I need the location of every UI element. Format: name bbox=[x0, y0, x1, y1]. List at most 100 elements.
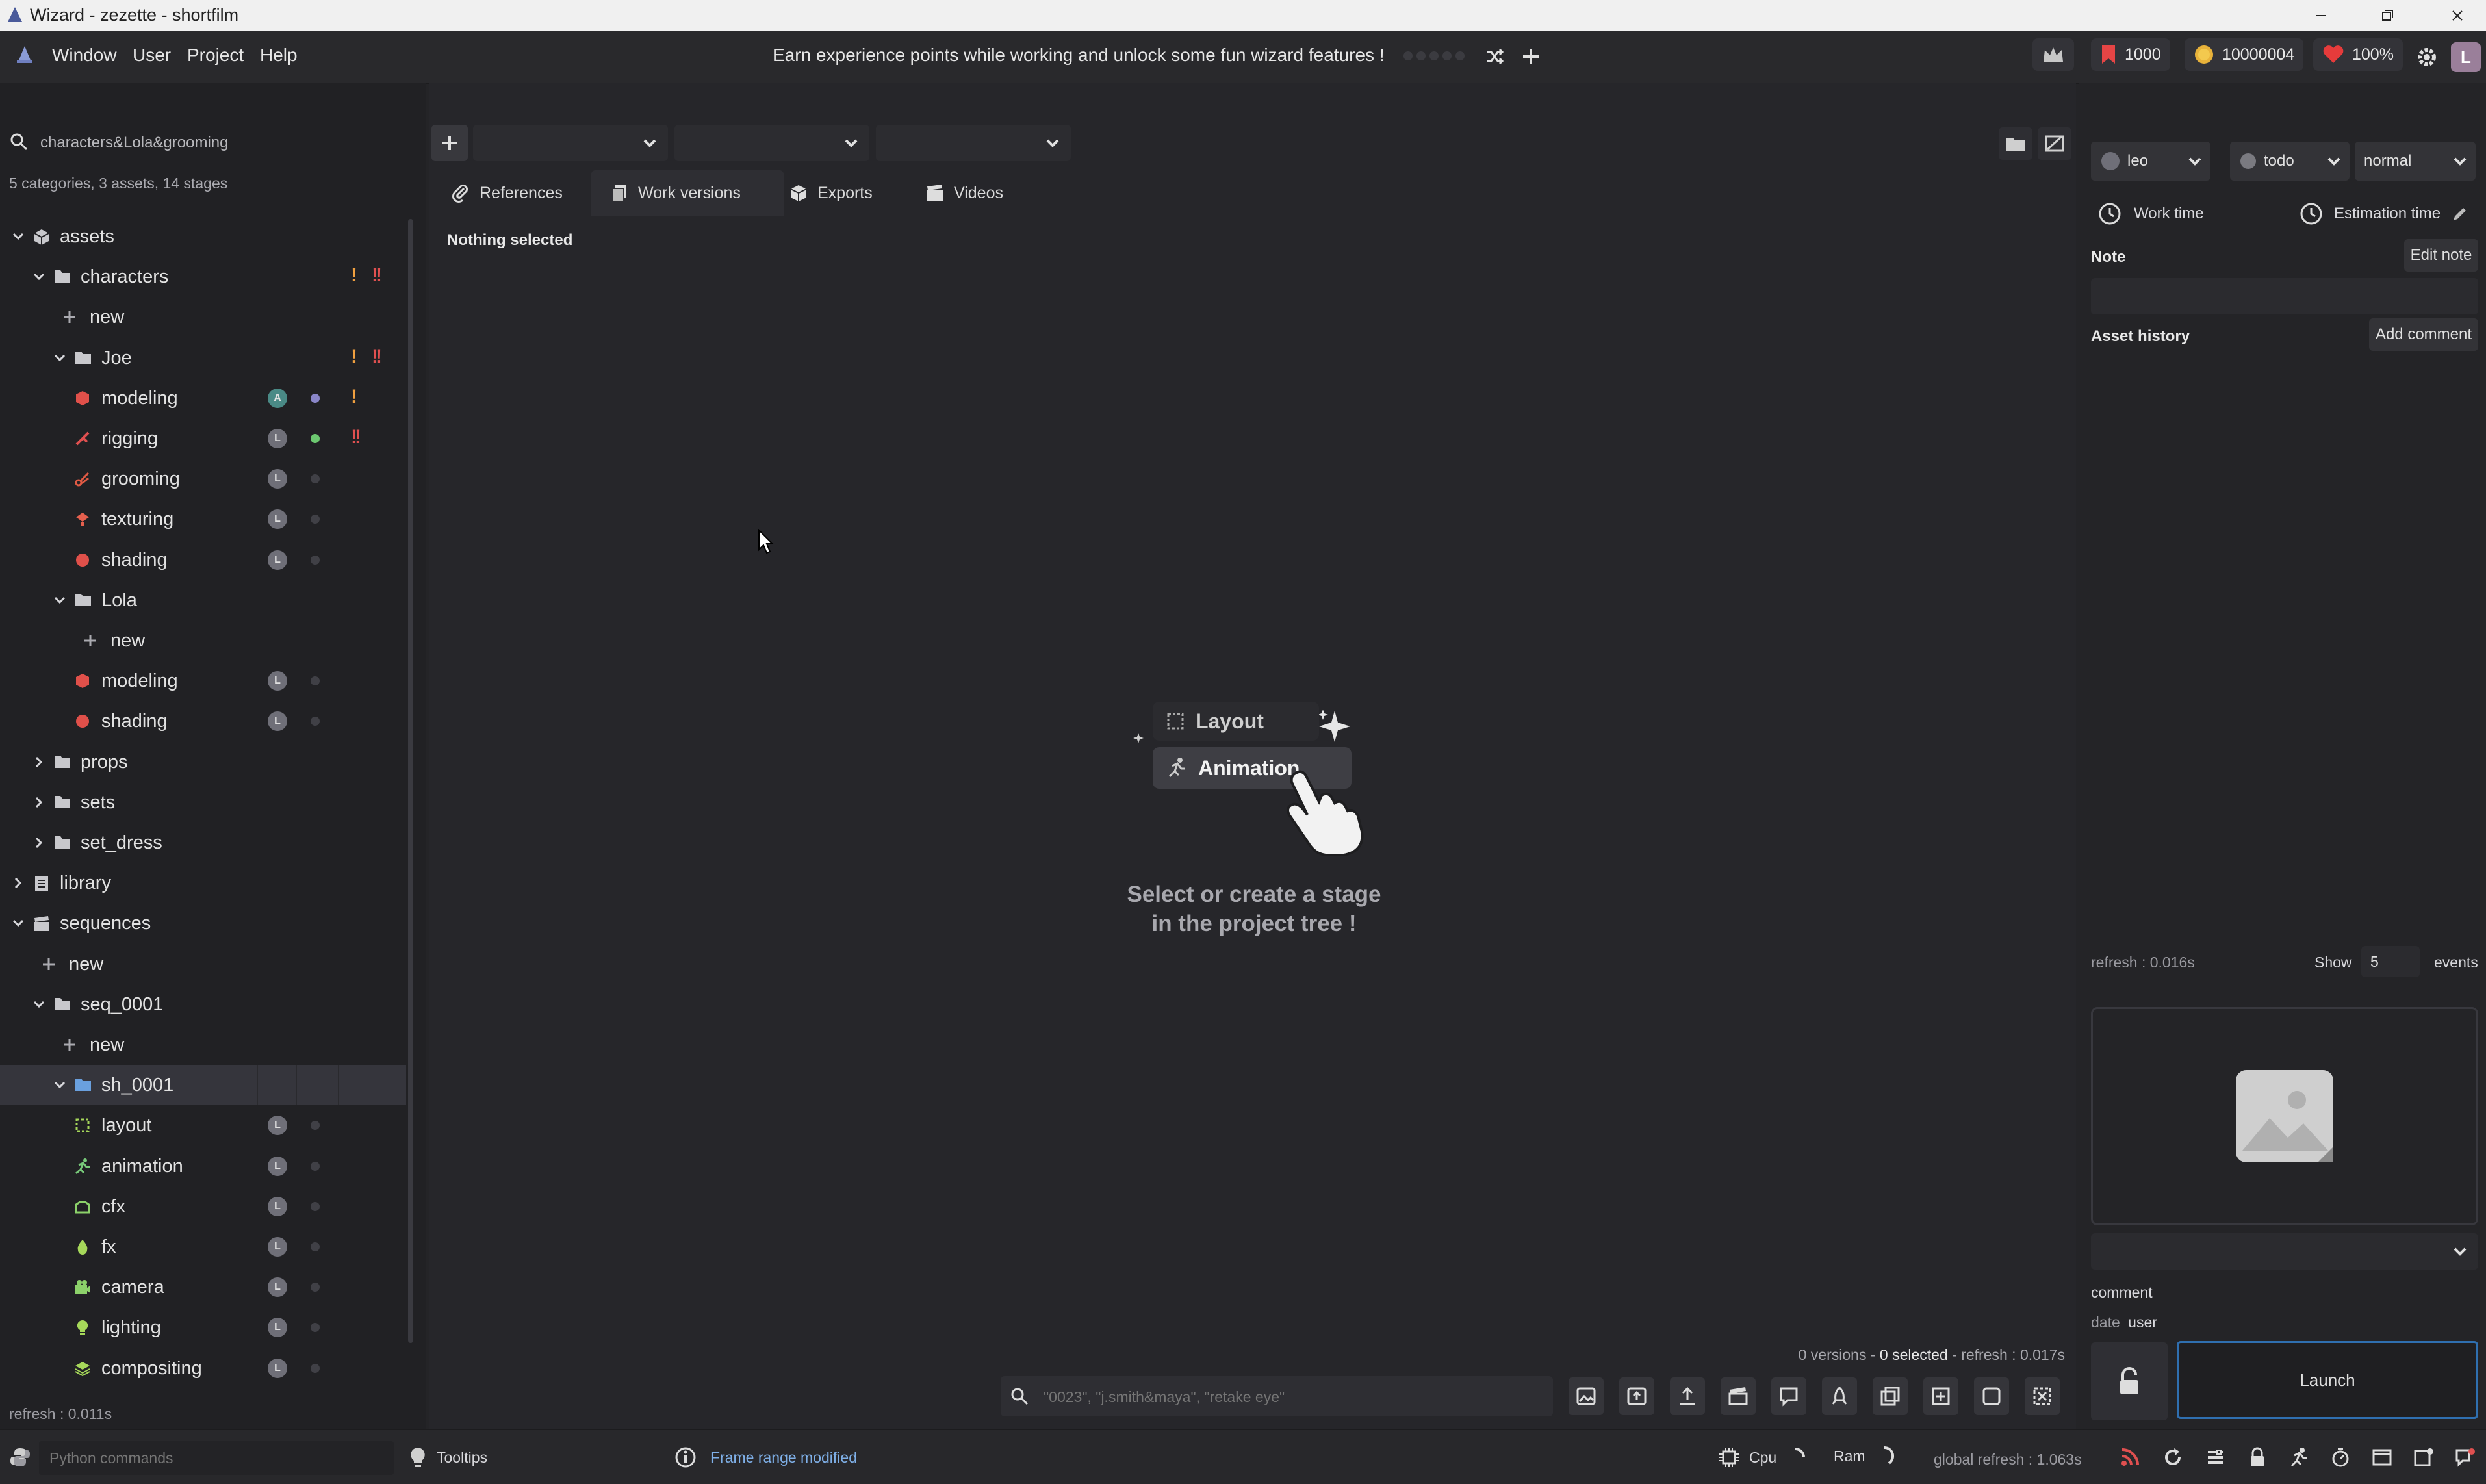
versions-search-input[interactable] bbox=[1042, 1384, 1539, 1410]
running-icon[interactable] bbox=[2286, 1444, 2312, 1470]
notifications-icon[interactable] bbox=[2411, 1444, 2437, 1470]
menu-help[interactable]: Help bbox=[260, 45, 298, 66]
tree-stage-row[interactable]: camera L bbox=[0, 1267, 406, 1307]
launch-button[interactable]: Launch bbox=[2177, 1341, 2478, 1419]
tree-search-input[interactable] bbox=[39, 129, 405, 157]
tree-stage-row[interactable]: animation L bbox=[0, 1146, 406, 1186]
chevron-down-icon[interactable] bbox=[53, 594, 66, 607]
new-version-button[interactable] bbox=[1923, 1377, 1958, 1415]
menu-user[interactable]: User bbox=[133, 45, 171, 66]
tree-stage-row[interactable]: modeling L bbox=[0, 661, 406, 701]
tree-new-item[interactable]: new bbox=[0, 297, 406, 337]
tooltips-toggle[interactable]: Tooltips bbox=[408, 1446, 487, 1468]
upload-box-button[interactable] bbox=[1619, 1377, 1654, 1415]
chevron-down-icon[interactable] bbox=[32, 270, 45, 283]
tree-folder-row[interactable]: library bbox=[0, 863, 406, 903]
launch-rocket-button[interactable] bbox=[1822, 1377, 1857, 1415]
tree-folder-row[interactable]: set_dress bbox=[0, 823, 406, 863]
maximize-button[interactable] bbox=[2374, 3, 2400, 29]
tree-stage-row[interactable]: lighting L bbox=[0, 1307, 406, 1348]
duplicate-button[interactable] bbox=[1873, 1377, 1908, 1415]
chevron-right-icon[interactable] bbox=[32, 796, 45, 809]
chevron-down-icon[interactable] bbox=[53, 1079, 66, 1092]
tree-folder-row[interactable]: sequences bbox=[0, 903, 406, 943]
rss-icon[interactable] bbox=[2117, 1444, 2143, 1470]
add-icon[interactable] bbox=[1520, 46, 1541, 67]
messages-alert-icon[interactable] bbox=[2452, 1444, 2478, 1470]
screenshot-button[interactable] bbox=[1569, 1377, 1604, 1415]
tab-work-versions[interactable]: Work versions bbox=[591, 170, 784, 216]
priority-select[interactable]: normal bbox=[2355, 142, 2476, 181]
console-icon[interactable] bbox=[2369, 1444, 2395, 1470]
thumbnail-frame[interactable] bbox=[2091, 1007, 2478, 1225]
lock-button[interactable] bbox=[2091, 1342, 2168, 1420]
tree-new-item[interactable]: new bbox=[0, 944, 406, 984]
tasks-list-icon[interactable] bbox=[2203, 1444, 2229, 1470]
bookmark-counter[interactable]: 1000 bbox=[2091, 38, 2170, 71]
tree-stage-row[interactable]: texturing L bbox=[0, 499, 406, 539]
chevron-down-icon[interactable] bbox=[12, 230, 25, 243]
chevron-down-icon[interactable] bbox=[53, 352, 66, 365]
chevron-down-icon[interactable] bbox=[32, 998, 45, 1011]
tree-folder-row[interactable]: Lola bbox=[0, 580, 406, 620]
tree-folder-row[interactable]: characters!!! bbox=[0, 257, 406, 297]
filter-combo-2[interactable] bbox=[674, 125, 869, 161]
tab-references[interactable]: References bbox=[442, 170, 587, 216]
chevron-down-icon[interactable] bbox=[12, 917, 25, 930]
close-window-button[interactable] bbox=[2444, 3, 2470, 29]
open-folder-button[interactable] bbox=[1999, 127, 2032, 160]
tree-folder-row[interactable]: seq_0001 bbox=[0, 984, 406, 1025]
tree-folder-row[interactable]: assets bbox=[0, 216, 406, 257]
tree-folder-row[interactable]: sh_0001 bbox=[0, 1065, 406, 1106]
crown-badge[interactable] bbox=[2032, 38, 2074, 71]
settings-gear-icon[interactable] bbox=[2415, 45, 2439, 70]
tree-folder-row[interactable]: Joe!!! bbox=[0, 338, 406, 378]
tree-stage-row[interactable]: shading L bbox=[0, 540, 406, 580]
lock-status-icon[interactable] bbox=[2244, 1444, 2270, 1470]
assignee-select[interactable]: leo bbox=[2091, 142, 2210, 181]
chevron-right-icon[interactable] bbox=[32, 756, 45, 769]
playblast-button[interactable] bbox=[1721, 1377, 1756, 1415]
menu-window[interactable]: Window bbox=[52, 45, 117, 66]
timer-icon[interactable] bbox=[2327, 1444, 2353, 1470]
tree-stage-row[interactable]: cfx L bbox=[0, 1186, 406, 1227]
chevron-right-icon[interactable] bbox=[12, 876, 25, 889]
coin-counter[interactable]: 10000004 bbox=[2185, 38, 2304, 71]
note-field[interactable] bbox=[2091, 278, 2478, 314]
tab-videos[interactable]: Videos bbox=[916, 170, 1036, 216]
refresh-icon[interactable] bbox=[2160, 1444, 2186, 1470]
show-count-input[interactable] bbox=[2361, 946, 2420, 977]
menu-project[interactable]: Project bbox=[187, 45, 244, 66]
add-stage-button[interactable] bbox=[431, 125, 468, 161]
tree-new-item[interactable]: new bbox=[0, 620, 406, 661]
edit-note-button[interactable]: Edit note bbox=[2404, 239, 2478, 272]
filter-combo-3[interactable] bbox=[876, 125, 1071, 161]
tree-scrollbar[interactable] bbox=[408, 219, 413, 1343]
tree-stage-row[interactable]: compositing L bbox=[0, 1348, 406, 1388]
tree-stage-row[interactable]: fx L bbox=[0, 1227, 406, 1267]
version-select[interactable] bbox=[2091, 1233, 2478, 1270]
chevron-right-icon[interactable] bbox=[32, 836, 45, 849]
add-comment-button[interactable]: Add comment bbox=[2369, 318, 2478, 351]
tree-stage-row[interactable]: layout L bbox=[0, 1105, 406, 1145]
health-counter[interactable]: 100% bbox=[2313, 38, 2403, 71]
tree-stage-row[interactable]: rigging L!! bbox=[0, 418, 406, 459]
tree-new-item[interactable]: new bbox=[0, 1025, 406, 1065]
filter-combo-1[interactable] bbox=[473, 125, 668, 161]
tree-stage-row[interactable]: shading L bbox=[0, 701, 406, 741]
tree-folder-row[interactable]: sets bbox=[0, 782, 406, 823]
tree-stage-row[interactable]: modeling A! bbox=[0, 378, 406, 418]
export-button[interactable] bbox=[1670, 1377, 1705, 1415]
tab-exports[interactable]: Exports bbox=[780, 170, 906, 216]
state-select[interactable]: todo bbox=[2230, 142, 2350, 181]
toggle-view-button[interactable] bbox=[2038, 127, 2071, 160]
tree-folder-row[interactable]: props bbox=[0, 742, 406, 782]
archive-button[interactable] bbox=[2025, 1377, 2060, 1415]
python-command-input[interactable] bbox=[39, 1441, 394, 1475]
versions-search-bar[interactable] bbox=[1001, 1376, 1553, 1416]
new-empty-button[interactable] bbox=[1974, 1377, 2009, 1415]
minimize-button[interactable] bbox=[2308, 3, 2334, 29]
pencil-icon[interactable] bbox=[2451, 205, 2469, 223]
comment-button[interactable] bbox=[1771, 1377, 1806, 1415]
user-avatar[interactable]: L bbox=[2451, 42, 2481, 72]
